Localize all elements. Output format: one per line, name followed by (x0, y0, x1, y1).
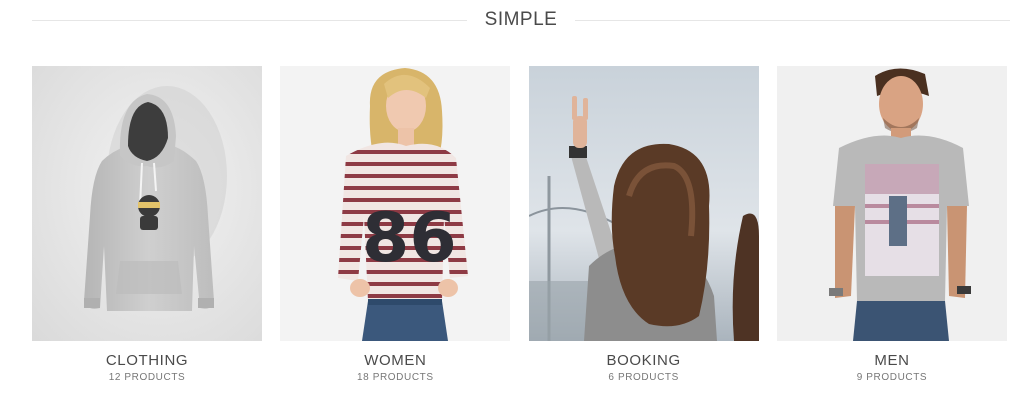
category-name[interactable]: BOOKING (529, 353, 759, 369)
section-heading: SIMPLE (32, 6, 1011, 34)
category-image-women[interactable]: 86 (280, 66, 511, 341)
category-image-men[interactable] (776, 66, 1007, 341)
category-card-women[interactable]: 86 WOMEN 18 PRODUCTS (280, 66, 511, 384)
category-section: SIMPLE CLOTHING 12 PRODUCTS 86 WOMEN 18 … (0, 0, 1024, 406)
category-name[interactable]: WOMEN (280, 353, 510, 369)
category-image-clothing[interactable] (32, 66, 262, 341)
heading-rule-left (32, 19, 467, 21)
section-title: SIMPLE (484, 9, 558, 30)
category-name[interactable]: CLOTHING (32, 353, 262, 369)
category-image-booking[interactable] (528, 66, 759, 341)
svg-text:86: 86 (362, 199, 457, 278)
category-product-count: 6 PRODUCTS (608, 372, 679, 383)
category-product-count: 9 PRODUCTS (856, 372, 928, 383)
category-card-booking[interactable]: BOOKING 6 PRODUCTS (528, 66, 759, 384)
heading-rule-right (575, 19, 1011, 21)
category-card-men[interactable]: MEN 9 PRODUCTS (776, 66, 1007, 384)
category-product-count: 12 PRODUCTS (108, 372, 186, 383)
category-name[interactable]: MEN (777, 353, 1007, 369)
category-product-count: 18 PRODUCTS (357, 372, 434, 383)
category-grid: CLOTHING 12 PRODUCTS 86 WOMEN 18 PRODUCT… (32, 66, 1007, 384)
category-card-clothing[interactable]: CLOTHING 12 PRODUCTS (32, 66, 262, 384)
